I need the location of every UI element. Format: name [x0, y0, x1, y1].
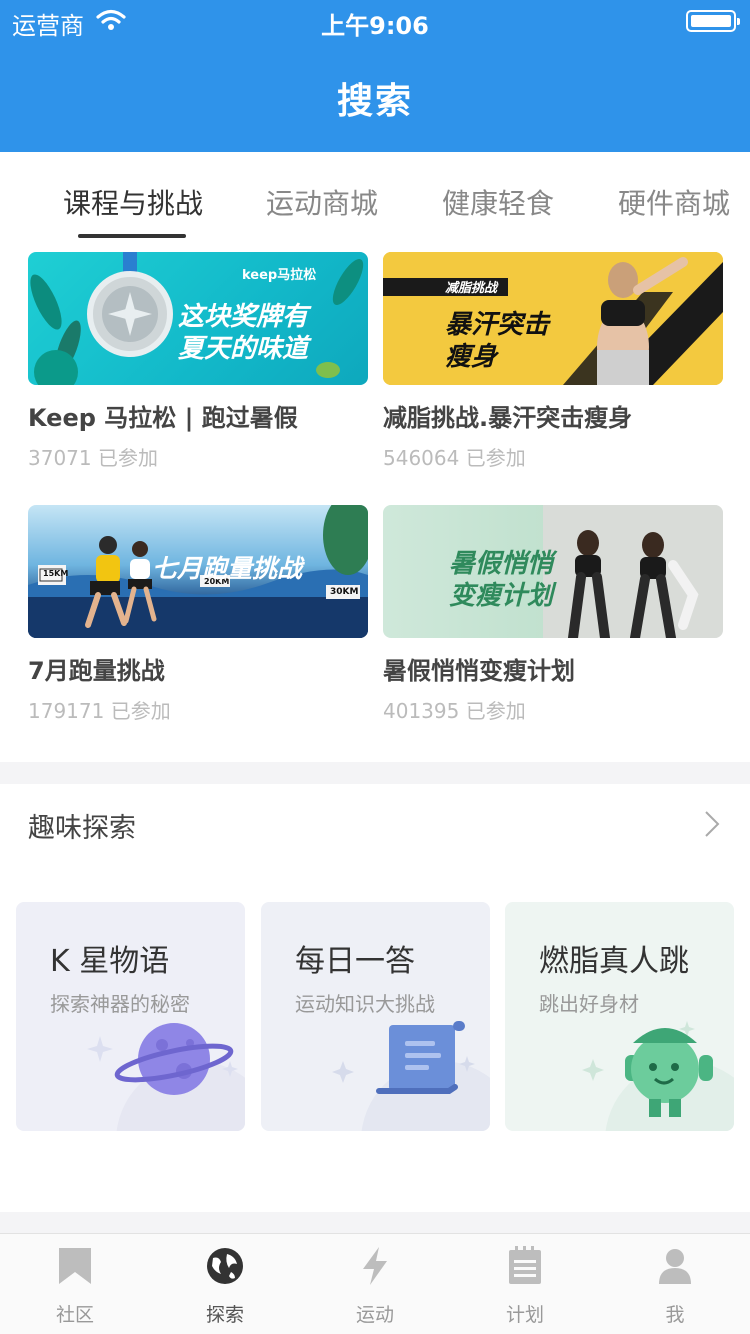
notepad-icon — [509, 1246, 541, 1284]
battery-icon — [686, 10, 740, 32]
distance-marker: 30KM — [330, 587, 359, 597]
tabbar-label: 探索 — [205, 1304, 244, 1326]
tabbar-label: 运动 — [355, 1304, 394, 1326]
tabbar-item-plan[interactable]: 计划 — [450, 1234, 600, 1334]
section-divider — [0, 762, 750, 784]
banner-headline-line2: 瘦身 — [445, 342, 498, 372]
tabbar-item-workout[interactable]: 运动 — [300, 1234, 450, 1334]
bottom-tab-bar: 社区 探索 运动 计划 我 — [0, 1233, 750, 1334]
explore-card-title: 燃脂真人跳 — [539, 944, 689, 979]
explore-card-daily-quiz[interactable]: 每日一答 运动知识大挑战 — [261, 902, 490, 1131]
status-time: 上午9:06 — [321, 12, 429, 40]
tabbar-label: 我 — [665, 1304, 685, 1326]
explore-card-k-star[interactable]: K 星物语 探索神器的秘密 — [16, 902, 245, 1131]
course-title: Keep 马拉松 | 跑过暑假 — [28, 404, 298, 432]
tabbar-item-me[interactable]: 我 — [600, 1234, 750, 1334]
banner-headline-line2: 夏天的味道 — [178, 334, 309, 364]
course-banner: keep马拉松 这块奖牌有 夏天的味道 — [28, 252, 368, 385]
lightning-icon — [363, 1247, 387, 1285]
section-divider — [0, 1212, 750, 1233]
course-card-fat-burn[interactable]: 减脂挑战 暴汗突击 瘦身 减脂挑战.暴汗突击瘦身 546064 已参加 — [383, 252, 723, 470]
page-title: 搜索 — [336, 81, 413, 122]
category-tabs: 课程与挑战 运动商城 健康轻食 硬件商城 — [0, 152, 750, 244]
globe-icon — [207, 1248, 243, 1284]
tabbar-item-community[interactable]: 社区 — [0, 1234, 150, 1334]
course-participant-count: 401395 已参加 — [383, 699, 526, 723]
person-icon — [659, 1249, 691, 1284]
course-banner: 减脂挑战 暴汗突击 瘦身 — [383, 252, 723, 385]
scroll-icon — [332, 1021, 490, 1131]
course-banner: 暑假悄悄 变瘦计划 — [383, 505, 723, 638]
tabbar-label: 计划 — [505, 1304, 544, 1326]
course-banner: 15KM 20KM 30KM 七月跑量挑战 — [28, 505, 368, 638]
explore-card-title: 每日一答 — [295, 944, 415, 979]
explore-card-fat-burn-jump[interactable]: 燃脂真人跳 跳出好身材 — [505, 902, 734, 1131]
tab-healthy-food[interactable]: 健康轻食 — [442, 182, 554, 222]
explore-card-title: K 星物语 — [50, 944, 170, 979]
banner-headline: 七月跑量挑战 — [152, 554, 303, 583]
tab-hardware-mall[interactable]: 硬件商城 — [618, 182, 730, 222]
course-card-july-run[interactable]: 15KM 20KM 30KM 七月跑量挑战 7月跑量挑战 179171 已参加 — [28, 505, 368, 723]
course-participant-count: 546064 已参加 — [383, 446, 526, 470]
course-card-summer-slim[interactable]: 暑假悄悄 变瘦计划 暑假悄悄变瘦计划 401395 已参加 — [383, 505, 723, 723]
header: 运营商 上午9:06 搜索 — [0, 0, 750, 152]
tabbar-label: 社区 — [55, 1304, 94, 1326]
fat-burn-banner-art — [383, 252, 723, 385]
tab-sports-mall[interactable]: 运动商城 — [266, 182, 378, 222]
course-card-marathon[interactable]: keep马拉松 这块奖牌有 夏天的味道 Keep 马拉松 | 跑过暑假 3707… — [28, 252, 368, 470]
tabbar-item-explore[interactable]: 探索 — [150, 1234, 300, 1334]
course-title: 暑假悄悄变瘦计划 — [383, 657, 575, 685]
distance-marker: 15KM — [43, 569, 69, 578]
tab-courses-challenges[interactable]: 课程与挑战 — [63, 182, 203, 222]
chevron-right-icon[interactable] — [704, 810, 720, 838]
mascot-icon — [582, 1021, 734, 1131]
banner-tag: 减脂挑战 — [445, 281, 498, 296]
planet-icon — [87, 1023, 245, 1131]
bookmark-icon — [59, 1248, 91, 1284]
status-bar: 运营商 上午9:06 — [0, 0, 750, 42]
course-title: 减脂挑战.暴汗突击瘦身 — [383, 404, 633, 432]
banner-headline-line2: 变瘦计划 — [449, 581, 554, 611]
section-title-fun-explore: 趣味探索 — [28, 813, 136, 844]
course-participant-count: 37071 已参加 — [28, 446, 158, 470]
course-title: 7月跑量挑战 — [28, 657, 165, 685]
banner-brand: keep马拉松 — [242, 268, 317, 283]
course-participant-count: 179171 已参加 — [28, 699, 171, 723]
active-tab-indicator — [78, 234, 186, 238]
